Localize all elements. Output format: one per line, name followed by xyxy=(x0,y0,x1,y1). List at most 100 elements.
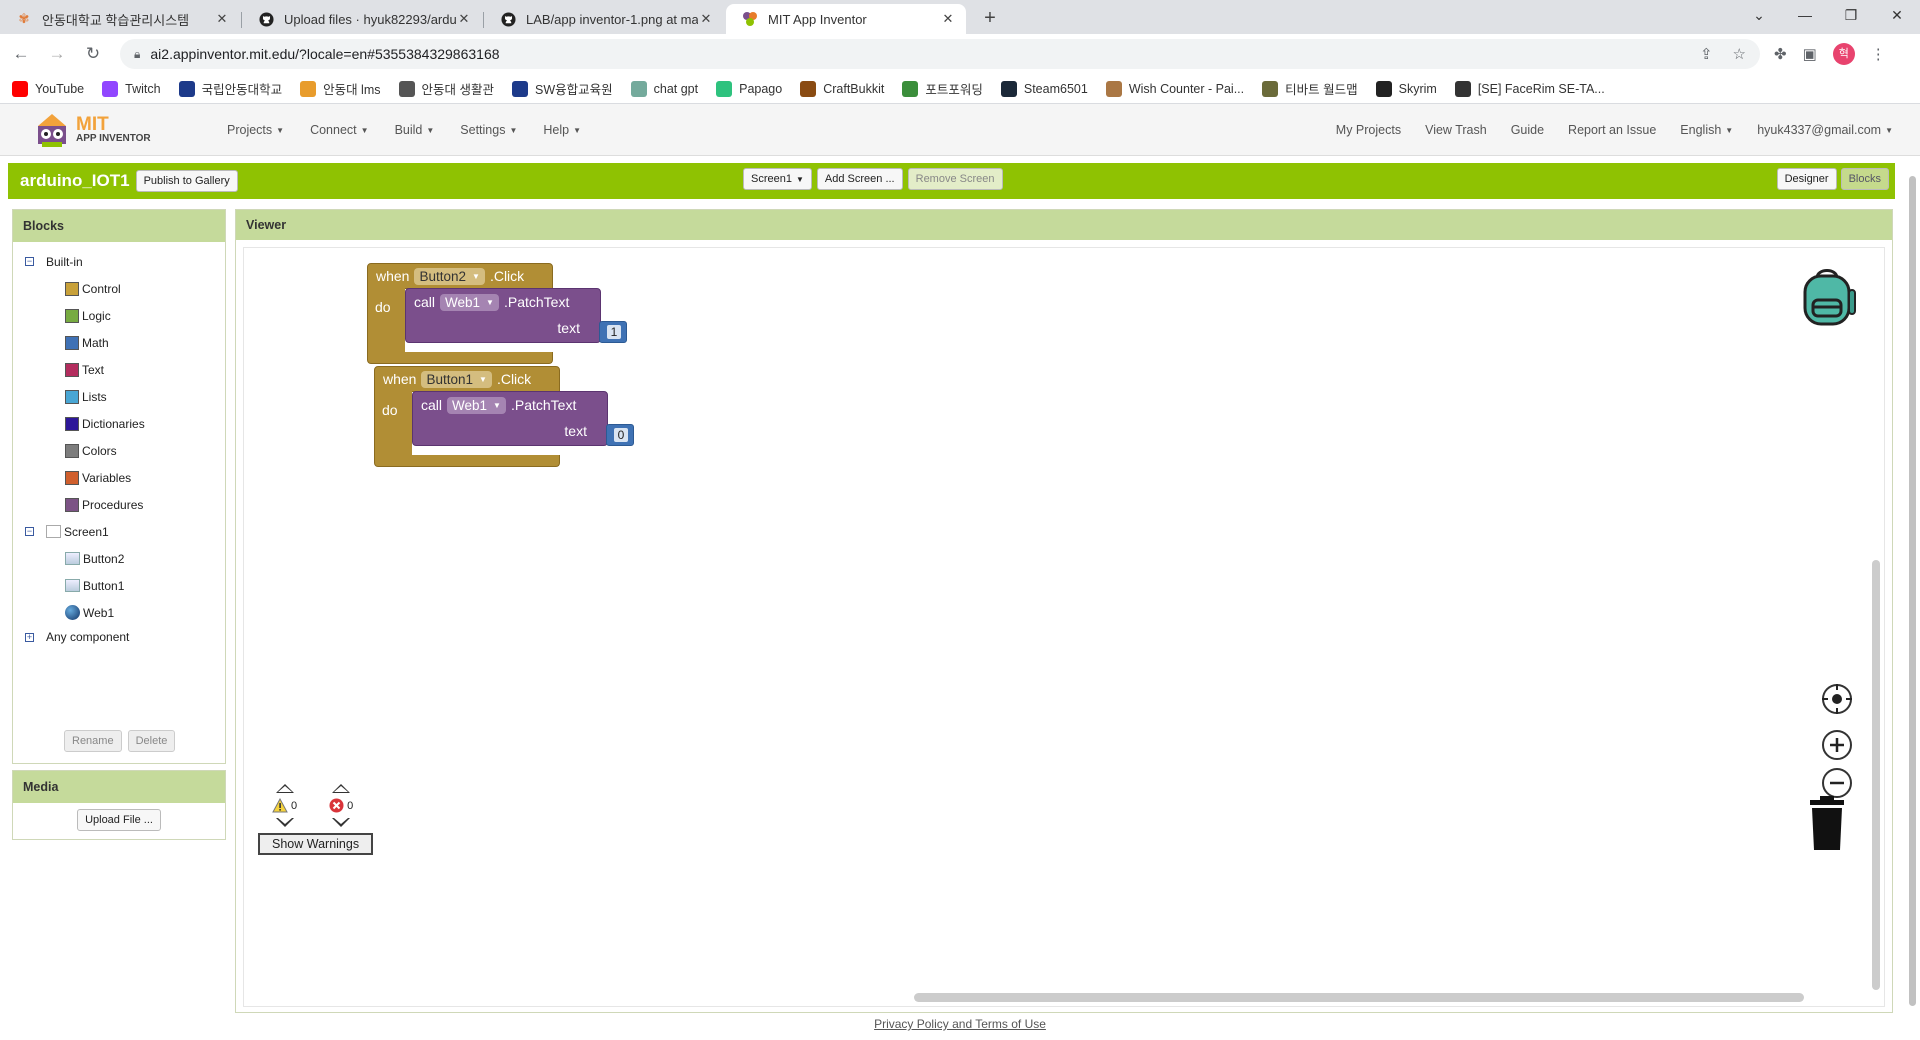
bookmark-item[interactable]: Wish Counter - Pai... xyxy=(1105,80,1244,97)
new-tab-icon[interactable]: + xyxy=(976,4,1004,32)
collapse-icon[interactable]: − xyxy=(25,527,34,536)
tree-item-web1[interactable]: Web1 xyxy=(25,599,225,626)
tree-item-button1[interactable]: Button1 xyxy=(25,572,225,599)
browser-tab-1[interactable]: ✾ 안동대학교 학습관리시스템 ✕ xyxy=(0,4,242,34)
publish-gallery-button[interactable]: Publish to Gallery xyxy=(135,170,238,192)
screen-select[interactable]: Screen1 ▼ xyxy=(743,168,812,190)
tree-item-button2[interactable]: Button2 xyxy=(25,545,225,572)
bookmark-item[interactable]: Twitch xyxy=(102,80,161,97)
tree-item-builtin[interactable]: Math xyxy=(25,329,225,356)
avatar[interactable]: 혁 xyxy=(1832,43,1855,65)
side-panel-icon[interactable]: ▣ xyxy=(1803,45,1817,63)
browser-tab-2[interactable]: Upload files · hyuk82293/ardui ✕ xyxy=(242,4,484,34)
collapse-icon[interactable]: − xyxy=(25,257,34,266)
extensions-icon[interactable]: ✤ xyxy=(1774,45,1787,63)
close-icon[interactable]: ✕ xyxy=(456,11,472,27)
bookmark-item[interactable]: CraftBukkit xyxy=(800,80,884,97)
number-value[interactable]: 1 xyxy=(607,325,621,339)
account-menu[interactable]: hyuk4337@gmail.com ▼ xyxy=(1757,123,1893,137)
bookmark-item[interactable]: Steam6501 xyxy=(1000,80,1088,97)
language-menu[interactable]: English ▼ xyxy=(1680,123,1733,137)
more-menu-icon[interactable]: ⋮ xyxy=(1871,45,1886,63)
component-dropdown[interactable]: Web1 ▼ xyxy=(447,396,506,414)
component-dropdown[interactable]: Button1 ▼ xyxy=(421,370,492,388)
bookmark-item[interactable]: 티바트 월드맵 xyxy=(1262,79,1358,98)
tree-item-builtin[interactable]: Variables xyxy=(25,464,225,491)
tree-item-builtin[interactable]: Procedures xyxy=(25,491,225,518)
browser-tab-3[interactable]: LAB/app inventor-1.png at mai ✕ xyxy=(484,4,724,34)
zoom-in-icon[interactable] xyxy=(1822,730,1852,760)
previous-error-icon[interactable] xyxy=(332,784,351,793)
bookmark-item[interactable]: SW융합교육원 xyxy=(511,79,613,98)
close-icon[interactable]: ✕ xyxy=(214,11,230,27)
tree-item-builtin[interactable]: Logic xyxy=(25,302,225,329)
number-block[interactable]: 1 xyxy=(599,321,627,343)
tree-screen1[interactable]: − Screen1 xyxy=(25,518,225,545)
forward-icon[interactable]: → xyxy=(42,44,72,64)
number-value[interactable]: 0 xyxy=(614,428,628,442)
view-trash-link[interactable]: View Trash xyxy=(1425,123,1487,137)
lock-icon[interactable]: 🔒︎ xyxy=(134,47,140,62)
tree-item-builtin[interactable]: Colors xyxy=(25,437,225,464)
address-bar[interactable]: 🔒︎ ai2.appinventor.mit.edu/?locale=en#53… xyxy=(120,39,1760,69)
menu-projects[interactable]: Projects ▼ xyxy=(227,123,284,137)
designer-button[interactable]: Designer xyxy=(1776,168,1837,190)
my-projects-link[interactable]: My Projects xyxy=(1336,123,1401,137)
tree-any-component[interactable]: + Any component xyxy=(25,626,225,648)
privacy-terms-link[interactable]: Privacy Policy and Terms of Use xyxy=(874,1017,1046,1031)
guide-link[interactable]: Guide xyxy=(1511,123,1544,137)
vertical-scrollbar[interactable] xyxy=(1872,560,1880,990)
bookmark-item[interactable]: Skyrim xyxy=(1375,80,1437,97)
browser-tab-active[interactable]: MIT App Inventor ✕ xyxy=(726,4,966,34)
bookmark-item[interactable]: [SE] FaceRim SE-TA... xyxy=(1454,80,1605,97)
menu-settings[interactable]: Settings ▼ xyxy=(460,123,517,137)
next-warning-icon[interactable] xyxy=(275,818,294,827)
share-icon[interactable]: ⇪ xyxy=(1700,45,1713,63)
expand-icon[interactable]: + xyxy=(25,632,34,642)
blocks-workspace[interactable]: when Button2 ▼ .Click do call Web1 ▼ .Patc… xyxy=(243,247,1885,1007)
menu-build[interactable]: Build ▼ xyxy=(395,123,435,137)
show-warnings-button[interactable]: Show Warnings xyxy=(258,833,374,855)
upload-file-button[interactable]: Upload File ... xyxy=(77,809,161,831)
restore-icon[interactable]: ❐ xyxy=(1828,0,1874,30)
appinventor-logo[interactable]: MIT APP INVENTOR xyxy=(32,112,192,148)
backpack-icon[interactable] xyxy=(1795,264,1859,328)
add-screen-button[interactable]: Add Screen ... xyxy=(816,168,903,190)
reload-icon[interactable]: ↻ xyxy=(78,44,108,64)
next-error-icon[interactable] xyxy=(332,818,351,827)
tree-builtin[interactable]: − Built-in xyxy=(25,248,225,275)
menu-help[interactable]: Help ▼ xyxy=(543,123,581,137)
close-icon[interactable]: ✕ xyxy=(940,11,956,27)
bookmark-item[interactable]: 안동대 생활관 xyxy=(398,79,494,98)
component-dropdown[interactable]: Button2 ▼ xyxy=(414,267,485,285)
minimize-icon[interactable]: — xyxy=(1782,0,1828,30)
menu-connect[interactable]: Connect ▼ xyxy=(310,123,368,137)
number-block[interactable]: 0 xyxy=(606,424,634,446)
call-block-web1-patchtext[interactable]: call Web1 ▼ .PatchText text xyxy=(405,288,601,343)
delete-button[interactable]: Delete xyxy=(127,730,176,752)
bookmark-item[interactable]: 안동대 lms xyxy=(300,79,381,98)
bookmark-item[interactable]: 포트포워딩 xyxy=(902,79,983,98)
tree-item-builtin[interactable]: Lists xyxy=(25,383,225,410)
page-scrollbar[interactable] xyxy=(1906,160,1918,1030)
component-dropdown[interactable]: Web1 ▼ xyxy=(440,293,499,311)
bookmark-item[interactable]: 국립안동대학교 xyxy=(178,79,282,98)
bookmark-item[interactable]: chat gpt xyxy=(630,80,698,97)
rename-button[interactable]: Rename xyxy=(64,730,122,752)
previous-warning-icon[interactable] xyxy=(275,784,294,793)
bookmark-item[interactable]: Papago xyxy=(716,80,782,97)
horizontal-scrollbar[interactable] xyxy=(914,993,1804,1002)
bookmark-star-icon[interactable]: ☆ xyxy=(1733,45,1746,63)
tree-item-builtin[interactable]: Control xyxy=(25,275,225,302)
trash-icon[interactable] xyxy=(1808,796,1846,852)
tab-search-icon[interactable]: ⌄ xyxy=(1736,0,1782,30)
report-issue-link[interactable]: Report an Issue xyxy=(1568,123,1656,137)
remove-screen-button[interactable]: Remove Screen xyxy=(907,168,1003,190)
recenter-icon[interactable] xyxy=(1822,684,1852,714)
zoom-out-icon[interactable] xyxy=(1822,768,1852,798)
tree-item-builtin[interactable]: Dictionaries xyxy=(25,410,225,437)
close-window-icon[interactable]: ✕ xyxy=(1874,0,1920,30)
close-icon[interactable]: ✕ xyxy=(698,11,714,27)
tree-item-builtin[interactable]: Text xyxy=(25,356,225,383)
blocks-button[interactable]: Blocks xyxy=(1840,168,1889,190)
